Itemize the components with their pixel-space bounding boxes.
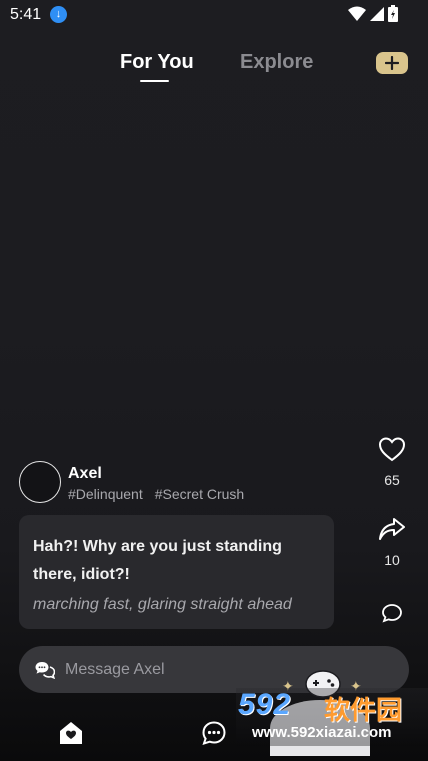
app-screen: 5:41 ↓ For You Explore Axel #Delinquent … xyxy=(0,0,428,761)
avatar[interactable] xyxy=(19,461,61,503)
status-time: 5:41 xyxy=(10,6,42,23)
add-button[interactable] xyxy=(376,52,408,74)
tab-for-you[interactable]: For You xyxy=(120,51,194,74)
message-line-1: Hah?! Why are you just standing xyxy=(33,538,282,555)
watermark-url: www.592xiazai.com xyxy=(252,724,392,741)
watermark: 592 软件园 www.592xiazai.com xyxy=(236,688,428,746)
share-count: 10 xyxy=(384,552,400,568)
comment-icon xyxy=(382,604,402,623)
tab-active-indicator xyxy=(140,80,169,82)
tag-delinquent[interactable]: #Delinquent xyxy=(68,486,143,502)
download-icon: ↓ xyxy=(50,6,67,23)
messages-icon xyxy=(202,721,226,746)
status-icons xyxy=(348,5,398,22)
plus-icon xyxy=(385,56,399,70)
watermark-brand-cn: 软件园 xyxy=(324,695,403,725)
message-action: marching fast, glaring straight ahead xyxy=(33,596,292,613)
message-card: Hah?! Why are you just standing there, i… xyxy=(19,515,334,629)
heart-icon xyxy=(378,437,406,462)
signal-icon xyxy=(370,6,384,21)
tab-explore[interactable]: Explore xyxy=(240,51,313,74)
like-count: 65 xyxy=(384,472,400,488)
nav-messages[interactable] xyxy=(200,719,228,747)
watermark-brand: 592 xyxy=(238,688,292,721)
nav-home[interactable] xyxy=(57,719,85,747)
tag-secret-crush[interactable]: #Secret Crush xyxy=(155,486,244,502)
home-heart-icon xyxy=(60,722,82,744)
like-button[interactable]: 65 xyxy=(373,436,411,488)
comment-button[interactable] xyxy=(373,603,411,623)
character-tags: #Delinquent #Secret Crush xyxy=(68,486,244,502)
message-line-2: there, idiot?! xyxy=(33,566,130,583)
share-icon xyxy=(379,518,405,540)
battery-icon xyxy=(388,5,398,22)
wifi-icon xyxy=(348,6,366,21)
character-name[interactable]: Axel xyxy=(68,465,102,483)
share-button[interactable]: 10 xyxy=(373,516,411,568)
status-bar: 5:41 ↓ xyxy=(0,0,428,30)
message-input[interactable] xyxy=(65,660,265,679)
chat-bubble-icon xyxy=(35,661,55,679)
